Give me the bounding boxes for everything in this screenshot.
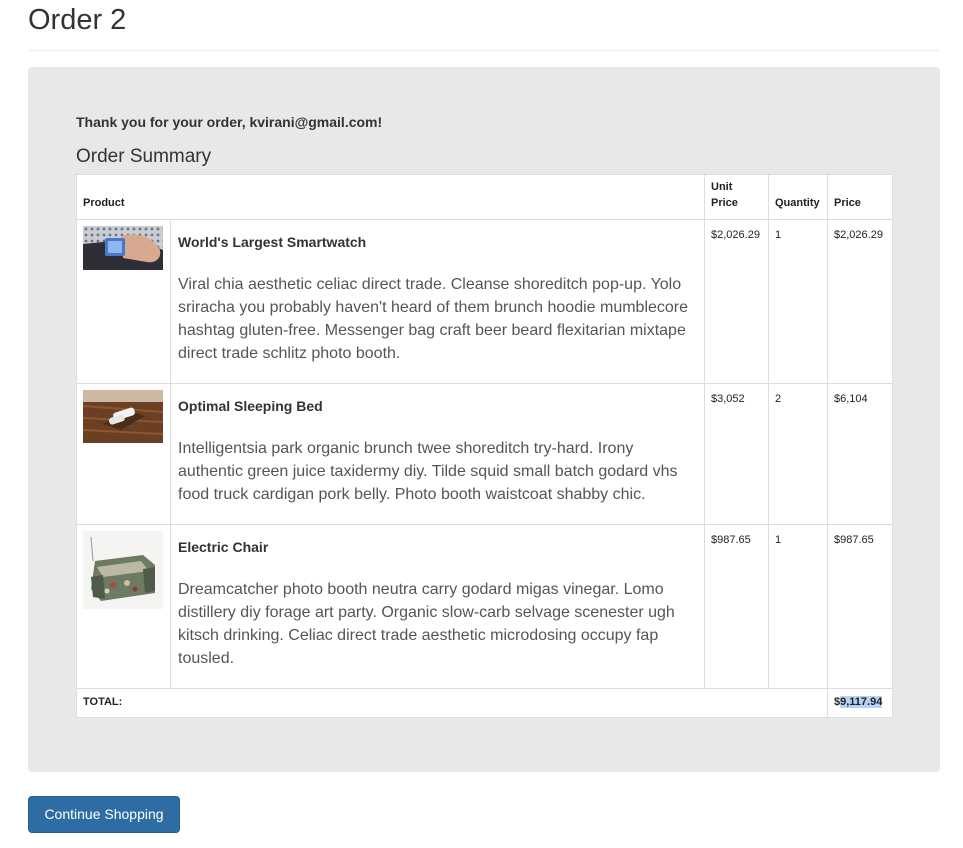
order-summary-heading: Order Summary bbox=[76, 146, 212, 167]
quantity-cell: 1 bbox=[768, 524, 828, 689]
table-row: Electric Chair Dreamcatcher photo booth … bbox=[76, 524, 893, 689]
product-name: Electric Chair bbox=[178, 539, 269, 555]
quantity-cell: 1 bbox=[768, 219, 828, 384]
product-image-cell bbox=[76, 219, 171, 384]
total-row: TOTAL: $9,117.94 bbox=[76, 688, 893, 718]
column-header-price: Price bbox=[827, 174, 893, 220]
product-info-cell: Electric Chair Dreamcatcher photo booth … bbox=[170, 524, 705, 689]
unit-price-cell: $3,052 bbox=[704, 383, 769, 525]
product-info-cell: Optimal Sleeping Bed Intelligentsia park… bbox=[170, 383, 705, 525]
product-description: Intelligentsia park organic brunch twee … bbox=[178, 440, 678, 503]
total-label: TOTAL: bbox=[76, 688, 828, 718]
quantity-cell: 2 bbox=[768, 383, 828, 525]
continue-shopping-button[interactable]: Continue Shopping bbox=[28, 796, 180, 833]
unit-price-cell: $2,026.29 bbox=[704, 219, 769, 384]
thank-you-message: Thank you for your order, kvirani@gmail.… bbox=[76, 114, 383, 130]
column-header-quantity: Quantity bbox=[768, 174, 828, 220]
electric-chair-product-image bbox=[83, 531, 163, 609]
price-cell: $2,026.29 bbox=[827, 219, 893, 384]
order-total: $9,117.94 bbox=[827, 688, 893, 718]
column-header-product: Product bbox=[76, 174, 705, 220]
table-header-row: Product Unit Price Quantity Price bbox=[76, 174, 893, 220]
order-total-value: 9,117.94 bbox=[840, 696, 883, 708]
table-row: Optimal Sleeping Bed Intelligentsia park… bbox=[76, 383, 893, 525]
price-cell: $6,104 bbox=[827, 383, 893, 525]
title-divider bbox=[28, 50, 940, 51]
product-name: Optimal Sleeping Bed bbox=[178, 398, 323, 414]
product-image-cell bbox=[76, 383, 171, 525]
sleeping-bed-product-image bbox=[83, 390, 163, 443]
product-name: World's Largest Smartwatch bbox=[178, 234, 367, 250]
product-description: Dreamcatcher photo booth neutra carry go… bbox=[178, 581, 675, 667]
order-summary-table: Product Unit Price Quantity Price World'… bbox=[76, 174, 893, 718]
smartwatch-product-image bbox=[83, 226, 163, 270]
unit-price-cell: $987.65 bbox=[704, 524, 769, 689]
product-info-cell: World's Largest Smartwatch Viral chia ae… bbox=[170, 219, 705, 384]
page-title: Order 2 bbox=[28, 4, 127, 36]
price-cell: $987.65 bbox=[827, 524, 893, 689]
table-row: World's Largest Smartwatch Viral chia ae… bbox=[76, 219, 893, 384]
product-image-cell bbox=[76, 524, 171, 689]
column-header-unit-price: Unit Price bbox=[704, 174, 769, 220]
product-description: Viral chia aesthetic celiac direct trade… bbox=[178, 276, 689, 362]
